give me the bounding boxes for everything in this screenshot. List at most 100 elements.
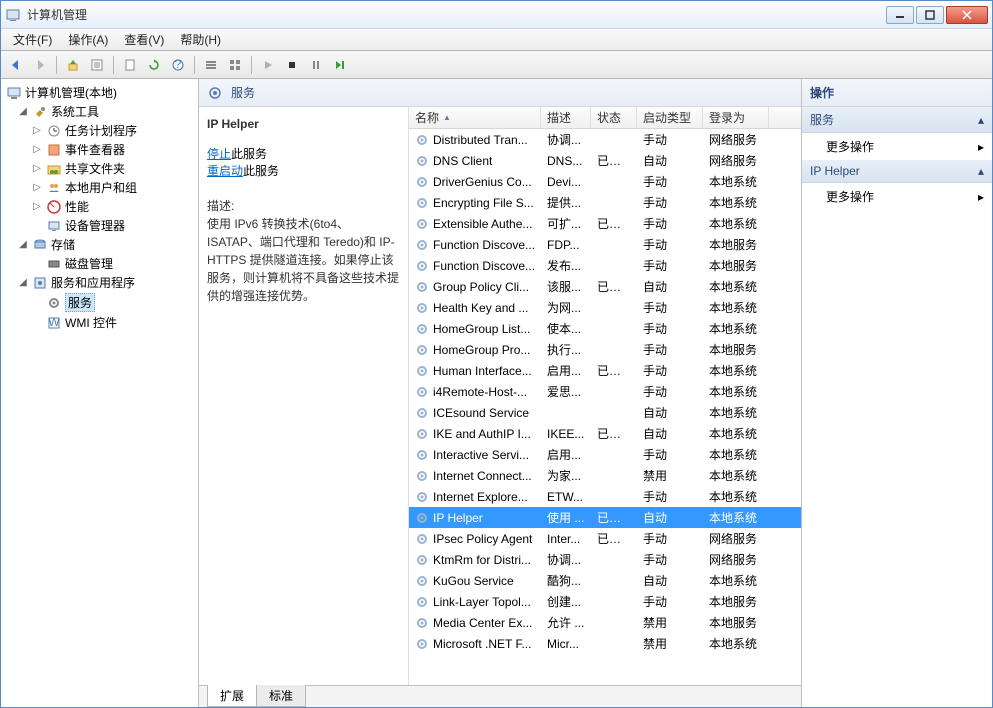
service-row[interactable]: Internet Explore...ETW...手动本地系统 <box>409 486 801 507</box>
service-logon: 本地系统 <box>703 383 769 400</box>
service-logon: 本地系统 <box>703 488 769 505</box>
service-start: 自动 <box>637 152 703 169</box>
service-row[interactable]: IKE and AuthIP I...IKEE...已启动自动本地系统 <box>409 423 801 444</box>
pause-button[interactable] <box>305 54 327 76</box>
service-row[interactable]: Distributed Tran...协调...手动网络服务 <box>409 129 801 150</box>
tree-services-apps[interactable]: ◢服务和应用程序 <box>3 273 196 292</box>
tree-performance[interactable]: ▷性能 <box>3 197 196 216</box>
stop-service-link[interactable]: 停止 <box>207 147 231 161</box>
service-row[interactable]: KtmRm for Distri...协调...手动网络服务 <box>409 549 801 570</box>
tree-task-scheduler[interactable]: ▷任务计划程序 <box>3 121 196 140</box>
restart-button[interactable] <box>329 54 351 76</box>
menu-file[interactable]: 文件(F) <box>5 29 60 50</box>
service-row[interactable]: Internet Connect...为家...禁用本地系统 <box>409 465 801 486</box>
tree-device-manager[interactable]: 设备管理器 <box>3 216 196 235</box>
tab-extended[interactable]: 扩展 <box>207 685 257 707</box>
column-start[interactable]: 启动类型 <box>637 107 703 128</box>
expand-icon[interactable]: ▷ <box>31 144 43 155</box>
service-desc: 协调... <box>541 131 591 148</box>
service-logon: 本地系统 <box>703 446 769 463</box>
service-row[interactable]: DriverGenius Co...Devi...手动本地系统 <box>409 171 801 192</box>
tree-system-tools[interactable]: ◢系统工具 <box>3 102 196 121</box>
restart-service-link[interactable]: 重启动 <box>207 164 243 178</box>
tree-services[interactable]: 服务 <box>3 292 196 313</box>
collapse-icon[interactable]: ◢ <box>17 106 29 117</box>
service-row[interactable]: ICEsound Service自动本地系统 <box>409 402 801 423</box>
column-desc[interactable]: 描述 <box>541 107 591 128</box>
view-list-icon[interactable] <box>200 54 222 76</box>
collapse-icon[interactable]: ◢ <box>17 277 29 288</box>
forward-button[interactable] <box>29 54 51 76</box>
service-row[interactable]: Function Discove...FDP...手动本地服务 <box>409 234 801 255</box>
service-row[interactable]: Interactive Servi...启用...手动本地系统 <box>409 444 801 465</box>
view-detail-icon[interactable] <box>224 54 246 76</box>
service-row[interactable]: IP Helper使用 ...已启动自动本地系统 <box>409 507 801 528</box>
actions-group-services[interactable]: 服务 ▴ <box>802 107 992 133</box>
tree-event-viewer[interactable]: ▷事件查看器 <box>3 140 196 159</box>
export-button[interactable] <box>119 54 141 76</box>
maximize-button[interactable] <box>916 6 944 24</box>
services-apps-icon <box>32 275 48 291</box>
stop-button[interactable] <box>281 54 303 76</box>
help-button[interactable]: ? <box>167 54 189 76</box>
service-row[interactable]: i4Remote-Host-...爱思...手动本地系统 <box>409 381 801 402</box>
tree-disk-mgmt[interactable]: 磁盘管理 <box>3 254 196 273</box>
wmi-icon: W <box>46 315 62 331</box>
service-row[interactable]: Extensible Authe...可扩...已启动手动本地系统 <box>409 213 801 234</box>
minimize-button[interactable] <box>886 6 914 24</box>
service-row[interactable]: IPsec Policy AgentInter...已启动手动网络服务 <box>409 528 801 549</box>
actions-group-iphelper[interactable]: IP Helper ▴ <box>802 160 992 183</box>
tree-wmi[interactable]: WWMI 控件 <box>3 313 196 332</box>
play-button[interactable] <box>257 54 279 76</box>
expand-icon[interactable]: ▷ <box>31 182 43 193</box>
column-name[interactable]: 名称▲ <box>409 107 541 128</box>
service-desc: 创建... <box>541 593 591 610</box>
list-body[interactable]: Distributed Tran...协调...手动网络服务DNS Client… <box>409 129 801 685</box>
expand-icon[interactable]: ▷ <box>31 125 43 136</box>
service-row[interactable]: Microsoft .NET F...Micr...禁用本地系统 <box>409 633 801 654</box>
column-status[interactable]: 状态 <box>591 107 637 128</box>
service-row[interactable]: DNS ClientDNS...已启动自动网络服务 <box>409 150 801 171</box>
column-logon[interactable]: 登录为 <box>703 107 769 128</box>
service-row[interactable]: Link-Layer Topol...创建...手动本地服务 <box>409 591 801 612</box>
refresh-button[interactable] <box>143 54 165 76</box>
service-row[interactable]: KuGou Service酷狗...自动本地系统 <box>409 570 801 591</box>
tab-standard[interactable]: 标准 <box>256 685 306 707</box>
up-button[interactable] <box>62 54 84 76</box>
service-row[interactable]: Function Discove...发布...手动本地服务 <box>409 255 801 276</box>
actions-more-1[interactable]: 更多操作 ▸ <box>802 133 992 160</box>
collapse-icon[interactable]: ◢ <box>17 239 29 250</box>
service-name: HomeGroup List... <box>433 322 530 336</box>
svg-text:W: W <box>48 315 60 329</box>
tree-shared-folders[interactable]: ▷共享文件夹 <box>3 159 196 178</box>
service-logon: 本地服务 <box>703 257 769 274</box>
back-button[interactable] <box>5 54 27 76</box>
service-row[interactable]: Group Policy Cli...该服...已启动自动本地系统 <box>409 276 801 297</box>
tree-storage[interactable]: ◢存储 <box>3 235 196 254</box>
service-row[interactable]: Media Center Ex...允许 ...禁用本地服务 <box>409 612 801 633</box>
service-row[interactable]: Health Key and ...为网...手动本地系统 <box>409 297 801 318</box>
service-row[interactable]: HomeGroup Pro...执行...手动本地服务 <box>409 339 801 360</box>
device-icon <box>46 218 62 234</box>
app-icon <box>5 7 21 23</box>
actions-more-2[interactable]: 更多操作 ▸ <box>802 183 992 210</box>
service-logon: 本地服务 <box>703 614 769 631</box>
expand-icon[interactable]: ▷ <box>31 201 43 212</box>
service-row[interactable]: Encrypting File S...提供...手动本地系统 <box>409 192 801 213</box>
perf-icon <box>46 199 62 215</box>
service-row[interactable]: HomeGroup List...使本...手动本地系统 <box>409 318 801 339</box>
close-button[interactable] <box>946 6 988 24</box>
tree-local-users[interactable]: ▷本地用户和组 <box>3 178 196 197</box>
service-start: 手动 <box>637 341 703 358</box>
service-row[interactable]: Human Interface...启用...已启动手动本地系统 <box>409 360 801 381</box>
expand-icon[interactable]: ▷ <box>31 163 43 174</box>
service-desc: 爱思... <box>541 383 591 400</box>
gear-icon <box>415 427 429 441</box>
menu-help[interactable]: 帮助(H) <box>172 29 229 50</box>
menu-view[interactable]: 查看(V) <box>116 29 172 50</box>
service-name: Microsoft .NET F... <box>433 637 531 651</box>
menu-action[interactable]: 操作(A) <box>60 29 116 50</box>
properties-button[interactable] <box>86 54 108 76</box>
service-name: Function Discove... <box>433 238 535 252</box>
tree-root[interactable]: 计算机管理(本地) <box>3 83 196 102</box>
